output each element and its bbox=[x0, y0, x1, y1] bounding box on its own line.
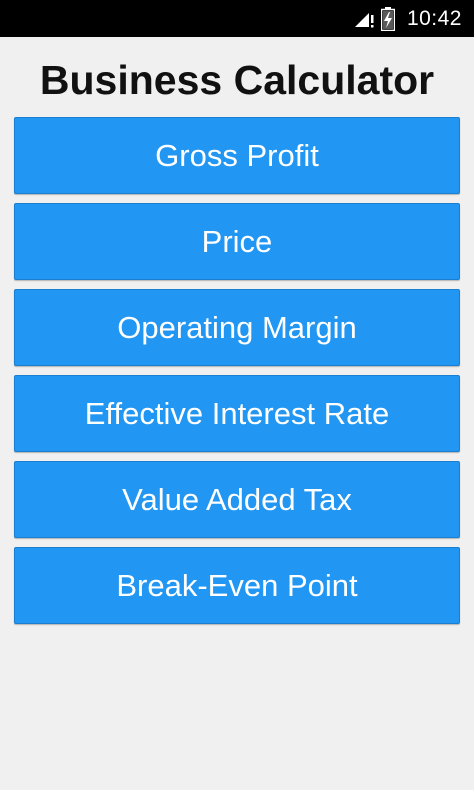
battery-charging-icon bbox=[380, 6, 395, 31]
price-button[interactable]: Price bbox=[14, 203, 460, 280]
gross-profit-button[interactable]: Gross Profit bbox=[14, 117, 460, 194]
page-title: Business Calculator bbox=[39, 57, 435, 103]
effective-interest-rate-button[interactable]: Effective Interest Rate bbox=[14, 375, 460, 452]
status-icons: 10:42 bbox=[353, 0, 462, 37]
calculator-menu: Gross Profit Price Operating Margin Effe… bbox=[14, 117, 460, 633]
status-bar: 10:42 bbox=[0, 0, 474, 37]
break-even-point-button[interactable]: Break-Even Point bbox=[14, 547, 460, 624]
operating-margin-button[interactable]: Operating Margin bbox=[14, 289, 460, 366]
value-added-tax-button[interactable]: Value Added Tax bbox=[14, 461, 460, 538]
signal-icon bbox=[354, 12, 374, 27]
status-time: 10:42 bbox=[406, 6, 462, 30]
